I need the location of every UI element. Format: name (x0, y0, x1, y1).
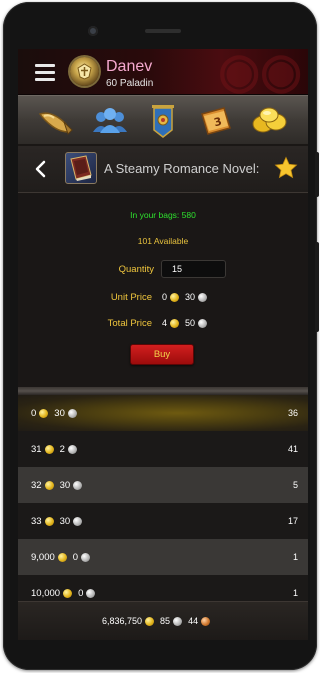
gold-coin-icon (44, 480, 54, 490)
player-money: 6,836,750 85 44 (102, 616, 216, 626)
listing-gold: 9,000 (31, 551, 55, 563)
silver-coin-icon (198, 292, 208, 302)
book-icon (65, 152, 97, 184)
total-price-gold: 4 (162, 318, 168, 328)
calendar-icon: 3 (201, 107, 231, 135)
money-copper: 44 (188, 616, 199, 626)
gold-coin-icon (170, 318, 180, 328)
item-title: A Steamy Romance Novel: (104, 161, 260, 176)
silver-coin-icon (67, 444, 77, 454)
listing-row[interactable]: 0 30 36 (18, 395, 308, 431)
listing-price: 31 2 (31, 444, 83, 455)
listing-quantity: 36 (287, 408, 298, 418)
purchase-panel: In your bags: 580 101 Available Quantity… (18, 194, 308, 387)
character-level-class: 60 Paladin (106, 78, 154, 89)
listing-gold: 32 (31, 479, 42, 491)
listing-silver: 30 (59, 479, 71, 491)
gold-coins-icon (252, 107, 287, 133)
listing-row[interactable]: 32 30 5 (18, 467, 308, 503)
character-avatar[interactable] (70, 57, 99, 86)
available-count-text: 101 Available (137, 236, 189, 246)
gold-coin-icon (44, 444, 54, 454)
quantity-input[interactable] (161, 260, 226, 278)
power-button (315, 242, 319, 332)
listing-silver: 30 (54, 407, 65, 419)
bag-count-text: In your bags: 580 (130, 210, 196, 220)
gold-coin-icon (145, 616, 155, 626)
app-header: ◉◉ Danev 60 Paladin (18, 49, 308, 98)
banner-icon (152, 105, 174, 138)
unit-price-silver: 30 (185, 292, 196, 302)
listing-gold: 31 (31, 443, 42, 455)
listing-gold: 10,000 (31, 587, 61, 599)
silver-coin-icon (81, 552, 91, 562)
nav-item-gold[interactable] (249, 102, 289, 140)
copper-coin-icon (201, 616, 211, 626)
money-gold: 6,836,750 (102, 616, 143, 626)
paladin-crest-icon (77, 63, 92, 80)
total-price-label: Total Price (107, 318, 152, 329)
nav-bar: 3 (18, 95, 308, 146)
phone-frame: ◉◉ Danev 60 Paladin 3 A Steamy Romance N… (3, 2, 319, 670)
listing-price: 9,000 0 (31, 552, 96, 563)
money-footer: 6,836,750 85 44 (18, 601, 308, 640)
listing-silver: 0 (72, 551, 79, 563)
listing-silver: 0 (78, 587, 84, 599)
silver-coin-icon (86, 588, 96, 598)
listing-quantity: 17 (287, 516, 298, 526)
listing-gold: 33 (31, 515, 42, 527)
listing-row[interactable]: 33 30 17 (18, 503, 308, 539)
gold-coin-icon (170, 292, 180, 302)
silver-coin-icon (67, 408, 77, 418)
listing-row[interactable]: 10,000 0 1 (18, 575, 308, 601)
listing-silver: 30 (59, 515, 71, 527)
nav-item-banner[interactable] (143, 102, 183, 140)
unit-price-value: 0 30 (162, 292, 213, 302)
gold-coin-icon (39, 408, 49, 418)
unit-price-label: Unit Price (110, 292, 152, 303)
listing-price: 10,000 0 (31, 588, 101, 599)
character-name: Danev (106, 58, 153, 75)
listing-row[interactable]: 9,000 0 1 (18, 539, 308, 575)
horn-icon (38, 112, 73, 135)
section-divider (18, 387, 308, 395)
listing-quantity: 1 (292, 552, 298, 562)
app-screen: ◉◉ Danev 60 Paladin 3 A Steamy Romance N… (18, 49, 308, 640)
nav-item-calendar[interactable]: 3 (196, 102, 236, 140)
gold-coin-icon (63, 588, 73, 598)
favorite-star-icon[interactable] (274, 156, 298, 180)
quantity-label: Quantity (118, 264, 154, 275)
money-silver: 85 (160, 616, 171, 626)
total-price-silver: 50 (185, 318, 196, 328)
silver-coin-icon (73, 516, 83, 526)
unit-price-gold: 0 (162, 292, 168, 302)
header-background-art: ◉◉ (218, 49, 302, 98)
gold-coin-icon (44, 516, 54, 526)
nav-item-guild[interactable] (90, 102, 130, 140)
listing-silver: 2 (59, 443, 65, 455)
listing-price: 32 30 (31, 480, 88, 491)
hamburger-menu-icon[interactable] (35, 64, 55, 81)
listing-price: 33 30 (31, 516, 88, 527)
gold-coin-icon (57, 552, 67, 562)
listing-price: 0 30 (31, 408, 83, 419)
guild-icon (93, 108, 127, 133)
front-camera (88, 26, 98, 36)
silver-coin-icon (73, 480, 83, 490)
listing-row[interactable]: 31 2 41 (18, 431, 308, 467)
total-price-value: 4 50 (162, 318, 213, 328)
back-chevron-icon[interactable] (33, 160, 47, 178)
speaker-grille (145, 29, 181, 33)
listing-quantity: 41 (287, 444, 298, 454)
listing-quantity: 1 (292, 588, 298, 598)
silver-coin-icon (198, 318, 208, 328)
volume-button (315, 152, 319, 197)
silver-coin-icon (173, 616, 183, 626)
item-title-bar: A Steamy Romance Novel: (18, 146, 308, 193)
listing-quantity: 5 (292, 480, 298, 490)
nav-item-horn[interactable] (36, 102, 76, 140)
listing-list: 0 30 36 31 2 41 32 30 5 33 30 17 9,000 0… (18, 395, 308, 601)
listing-gold: 0 (31, 407, 37, 419)
buy-button[interactable]: Buy (130, 344, 194, 365)
